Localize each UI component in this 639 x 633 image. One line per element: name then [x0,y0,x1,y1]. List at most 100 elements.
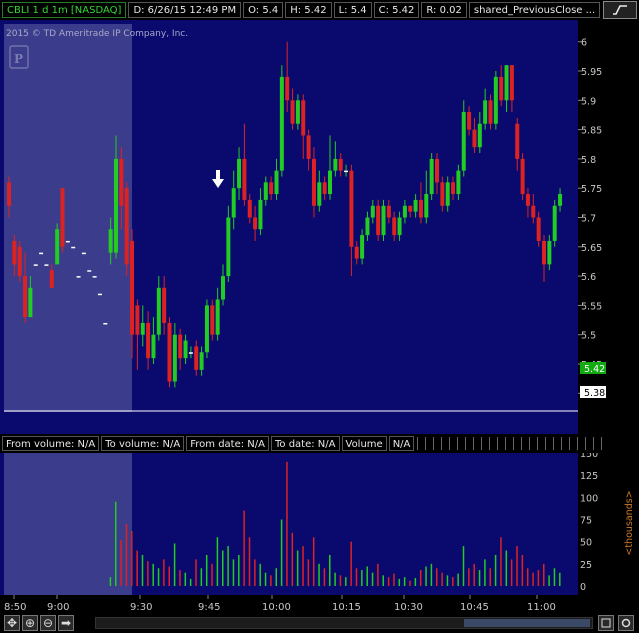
high-label: H: 5.42 [285,2,332,18]
volume-bar [510,559,513,586]
volume-bar [291,532,294,586]
settings-button[interactable] [618,615,634,631]
price-chart[interactable]: 2015 © TD Ameritrade IP Company, Inc. P … [0,20,639,434]
volume-bar [339,575,342,586]
expand-button[interactable] [598,615,614,631]
volume-bar [211,563,213,586]
time-tick-label: 11:00 [527,602,556,613]
volume-bar [270,575,272,586]
candle-body [108,229,113,253]
candle [429,153,434,200]
candle-body [413,199,418,212]
current-price-label: 5.42 [584,364,605,375]
volume-bar [275,568,277,586]
volume-filter-bar: From volume: N/A To volume: N/A From dat… [0,434,603,453]
candle-body [146,322,151,359]
volume-bar [173,543,176,586]
candle [493,71,498,130]
candle [33,264,38,266]
candle-body [435,158,439,183]
candle-body [33,264,38,266]
candle-body [531,205,536,218]
volume-chart[interactable]: 150 125 100 75 50 25 0 <thousands> 8:50 9:00 9:3… [0,453,639,613]
candle-body [12,240,17,265]
scroll-right-button[interactable]: ➡ [58,615,74,631]
candle-body [290,100,295,124]
volume-bar [489,568,491,586]
volume-bar [232,559,235,586]
candle-body [210,305,215,335]
price-tick-label: 5.5 [581,331,596,342]
volume-bar [521,554,524,586]
candle [279,65,284,177]
candle [17,240,22,282]
volume-bar [457,573,459,586]
chart-header: CBLI 1 d 1m [NASDAQ] D: 6/26/15 12:49 PM… [0,0,639,20]
candle [39,252,44,255]
candle-body [247,199,252,218]
volume-tick-label: 100 [580,493,598,504]
chart-style-button[interactable] [603,1,637,19]
candle-body [253,217,258,230]
volume-bar [559,572,561,586]
volume-value: N/A [388,436,415,451]
date-label: D: 6/26/15 12:49 PM [128,2,242,18]
to-date-field[interactable]: To date: N/A [271,436,340,451]
candle-body [92,276,97,278]
price-tick-label: 5.8 [581,155,596,166]
candle-body [124,188,129,265]
candle-body [269,182,274,195]
volume-bar [446,575,449,586]
candle-body [135,305,140,335]
candle-body [365,217,370,236]
volume-bar [163,559,165,586]
volume-bar [141,554,144,586]
volume-bar [355,568,358,586]
candle-body [76,276,81,278]
volume-bar [195,559,197,586]
study-label[interactable]: shared_PreviousClose ... [468,2,601,18]
scrollbar-thumb[interactable] [464,619,590,627]
volume-bar [473,563,475,586]
candle-body [49,270,54,288]
candle-body [306,135,311,159]
volume-bar [302,546,304,586]
from-volume-field[interactable]: From volume: N/A [2,436,100,451]
volume-bar [387,577,390,586]
volume-bar [452,577,454,586]
volume-bar [500,537,502,586]
time-tick-label: 8:50 [4,602,26,613]
candle-body [44,264,49,266]
volume-bar [115,501,117,586]
copyright-watermark: 2015 © TD Ameritrade IP Company, Inc. [6,29,188,39]
candle-body [162,287,167,323]
volume-bar [334,572,336,586]
arrow-right-icon: ➡ [60,616,72,630]
candle-body [65,240,70,243]
candle [92,276,97,278]
candle-body [429,158,434,195]
pan-button[interactable]: ✥ [4,615,20,631]
candle-body [322,182,327,195]
candle-body [7,182,11,206]
volume-bar [307,559,310,586]
time-scrollbar[interactable] [95,617,593,629]
zoom-in-button[interactable]: ⊕ [22,615,38,631]
volume-bar [548,575,550,586]
volume-bar [120,539,122,586]
to-volume-field[interactable]: To volume: N/A [101,436,185,451]
candle-body [274,170,279,195]
volume-bar [200,568,203,586]
candle-body [172,334,177,382]
from-date-field[interactable]: From date: N/A [186,436,269,451]
volume-bar [238,554,240,586]
pan-icon: ✥ [6,616,18,630]
candle [44,264,49,266]
candle [552,199,557,247]
candle-body [467,112,472,130]
candle-body [520,158,525,195]
expand-icon [601,618,611,628]
symbol-label[interactable]: CBLI 1 d 1m [NASDAQ] [2,2,127,18]
volume-premarket-shading [4,453,132,595]
zoom-out-button[interactable]: ⊖ [40,615,56,631]
